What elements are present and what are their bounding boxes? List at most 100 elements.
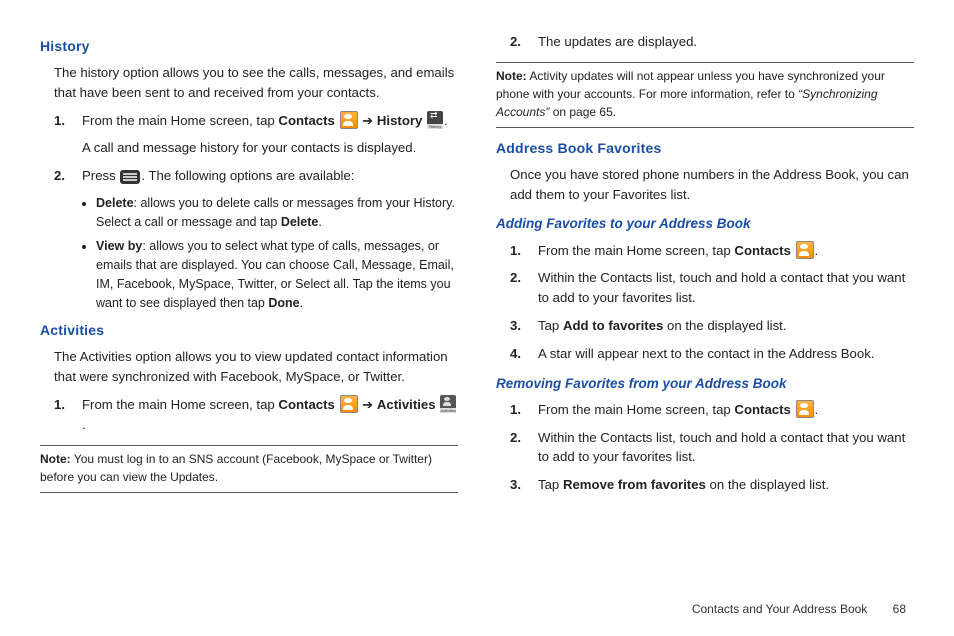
step-text: Within the Contacts list, touch and hold… bbox=[538, 428, 914, 468]
label-done: Done bbox=[268, 296, 299, 310]
text: From the main Home screen, tap bbox=[538, 402, 734, 417]
heading-favorites: Address Book Favorites bbox=[496, 138, 914, 159]
text: . bbox=[444, 113, 448, 128]
history-steps: 1. From the main Home screen, tap Contac… bbox=[54, 111, 458, 186]
text: From the main Home screen, tap bbox=[82, 113, 278, 128]
step-number: 1. bbox=[54, 395, 82, 435]
right-steps-continued: 2. The updates are displayed. bbox=[510, 32, 914, 52]
text: . The following options are available: bbox=[141, 168, 354, 183]
contacts-icon bbox=[796, 400, 814, 418]
label-viewby: View by bbox=[96, 239, 142, 253]
step-number: 2. bbox=[510, 32, 538, 52]
arrow-icon: ➔ bbox=[359, 113, 377, 128]
text: . bbox=[300, 296, 303, 310]
step-number: 4. bbox=[510, 344, 538, 364]
activities-step-2: 2. The updates are displayed. bbox=[510, 32, 914, 52]
heading-history: History bbox=[40, 36, 458, 57]
note-sns-login: Note: You must log in to an SNS account … bbox=[40, 445, 458, 493]
text: From the main Home screen, tap bbox=[538, 243, 734, 258]
removing-step-1: 1. From the main Home screen, tap Contac… bbox=[510, 400, 914, 420]
label-delete: Delete bbox=[96, 196, 134, 210]
step-number: 3. bbox=[510, 475, 538, 495]
step-number: 2. bbox=[510, 428, 538, 468]
activities-intro: The Activities option allows you to view… bbox=[54, 347, 458, 387]
adding-step-4: 4. A star will appear next to the contac… bbox=[510, 344, 914, 364]
removing-step-2: 2. Within the Contacts list, touch and h… bbox=[510, 428, 914, 468]
step-text: From the main Home screen, tap Contacts … bbox=[82, 395, 458, 435]
removing-steps: 1. From the main Home screen, tap Contac… bbox=[510, 400, 914, 495]
note-label: Note: bbox=[496, 69, 527, 83]
step-text: Within the Contacts list, touch and hold… bbox=[538, 268, 914, 308]
text: From the main Home screen, tap bbox=[82, 397, 278, 412]
text: . bbox=[815, 243, 819, 258]
label-add-to-favorites: Add to favorites bbox=[563, 318, 663, 333]
adding-step-2: 2. Within the Contacts list, touch and h… bbox=[510, 268, 914, 308]
text: . bbox=[82, 417, 86, 432]
step-text: A star will appear next to the contact i… bbox=[538, 344, 914, 364]
step-text: From the main Home screen, tap Contacts … bbox=[538, 241, 914, 261]
left-column: History The history option allows you to… bbox=[40, 32, 458, 503]
step-text: Tap Add to favorites on the displayed li… bbox=[538, 316, 914, 336]
activities-steps: 1. From the main Home screen, tap Contac… bbox=[54, 395, 458, 435]
label-contacts: Contacts bbox=[734, 402, 790, 417]
history-icon-caption: History bbox=[427, 124, 443, 129]
step-text: The updates are displayed. bbox=[538, 32, 914, 52]
heading-activities: Activities bbox=[40, 320, 458, 341]
step-text: Press . The following options are availa… bbox=[82, 166, 458, 186]
step-number: 1. bbox=[510, 241, 538, 261]
heading-adding-favorites: Adding Favorites to your Address Book bbox=[496, 214, 914, 234]
label-history: History bbox=[377, 113, 422, 128]
right-column: 2. The updates are displayed. Note: Acti… bbox=[496, 32, 914, 503]
history-intro: The history option allows you to see the… bbox=[54, 63, 458, 103]
page-number: 68 bbox=[893, 602, 906, 616]
arrow-icon: ➔ bbox=[359, 397, 377, 412]
page-footer: Contacts and Your Address Book 68 bbox=[692, 602, 906, 616]
history-icon: History bbox=[427, 111, 443, 129]
option-delete: Delete: allows you to delete calls or me… bbox=[96, 194, 458, 232]
step-text: Tap Remove from favorites on the display… bbox=[538, 475, 914, 495]
text: on the displayed list. bbox=[663, 318, 786, 333]
step1-sub: A call and message history for your cont… bbox=[82, 138, 458, 158]
text: . bbox=[815, 402, 819, 417]
step-number: 2. bbox=[510, 268, 538, 308]
step-text: From the main Home screen, tap Contacts … bbox=[82, 111, 458, 159]
label-contacts: Contacts bbox=[278, 397, 334, 412]
history-options: Delete: allows you to delete calls or me… bbox=[40, 194, 458, 313]
label-contacts: Contacts bbox=[734, 243, 790, 258]
step-number: 3. bbox=[510, 316, 538, 336]
contacts-icon bbox=[340, 395, 358, 413]
step-number: 1. bbox=[54, 111, 82, 159]
adding-steps: 1. From the main Home screen, tap Contac… bbox=[510, 241, 914, 364]
option-viewby: View by: allows you to select what type … bbox=[96, 237, 458, 312]
text: Tap bbox=[538, 318, 563, 333]
manual-page: History The history option allows you to… bbox=[0, 0, 954, 636]
history-step-1: 1. From the main Home screen, tap Contac… bbox=[54, 111, 458, 159]
note-sync: Note: Activity updates will not appear u… bbox=[496, 62, 914, 128]
note-label: Note: bbox=[40, 452, 71, 466]
note-text: on page 65. bbox=[549, 105, 616, 119]
step-text: From the main Home screen, tap Contacts … bbox=[538, 400, 914, 420]
label-remove-from-favorites: Remove from favorites bbox=[563, 477, 706, 492]
note-text: You must log in to an SNS account (Faceb… bbox=[40, 452, 432, 484]
label-contacts: Contacts bbox=[278, 113, 334, 128]
activities-step-1: 1. From the main Home screen, tap Contac… bbox=[54, 395, 458, 435]
removing-step-3: 3. Tap Remove from favorites on the disp… bbox=[510, 475, 914, 495]
contacts-icon bbox=[340, 111, 358, 129]
favorites-intro: Once you have stored phone numbers in th… bbox=[510, 165, 914, 205]
heading-removing-favorites: Removing Favorites from your Address Boo… bbox=[496, 374, 914, 394]
menu-icon bbox=[120, 170, 140, 184]
label-delete-action: Delete bbox=[281, 215, 319, 229]
footer-title: Contacts and Your Address Book bbox=[692, 602, 867, 616]
text: on the displayed list. bbox=[706, 477, 829, 492]
text: Tap bbox=[538, 477, 563, 492]
activities-icon-caption: Activities bbox=[440, 408, 456, 413]
label-activities: Activities bbox=[377, 397, 436, 412]
step-number: 1. bbox=[510, 400, 538, 420]
text: : allows you to delete calls or messages… bbox=[96, 196, 455, 229]
two-column-layout: History The history option allows you to… bbox=[40, 32, 914, 503]
text: . bbox=[318, 215, 321, 229]
adding-step-1: 1. From the main Home screen, tap Contac… bbox=[510, 241, 914, 261]
step-number: 2. bbox=[54, 166, 82, 186]
text: Press bbox=[82, 168, 119, 183]
activities-icon: Activities bbox=[440, 395, 456, 413]
